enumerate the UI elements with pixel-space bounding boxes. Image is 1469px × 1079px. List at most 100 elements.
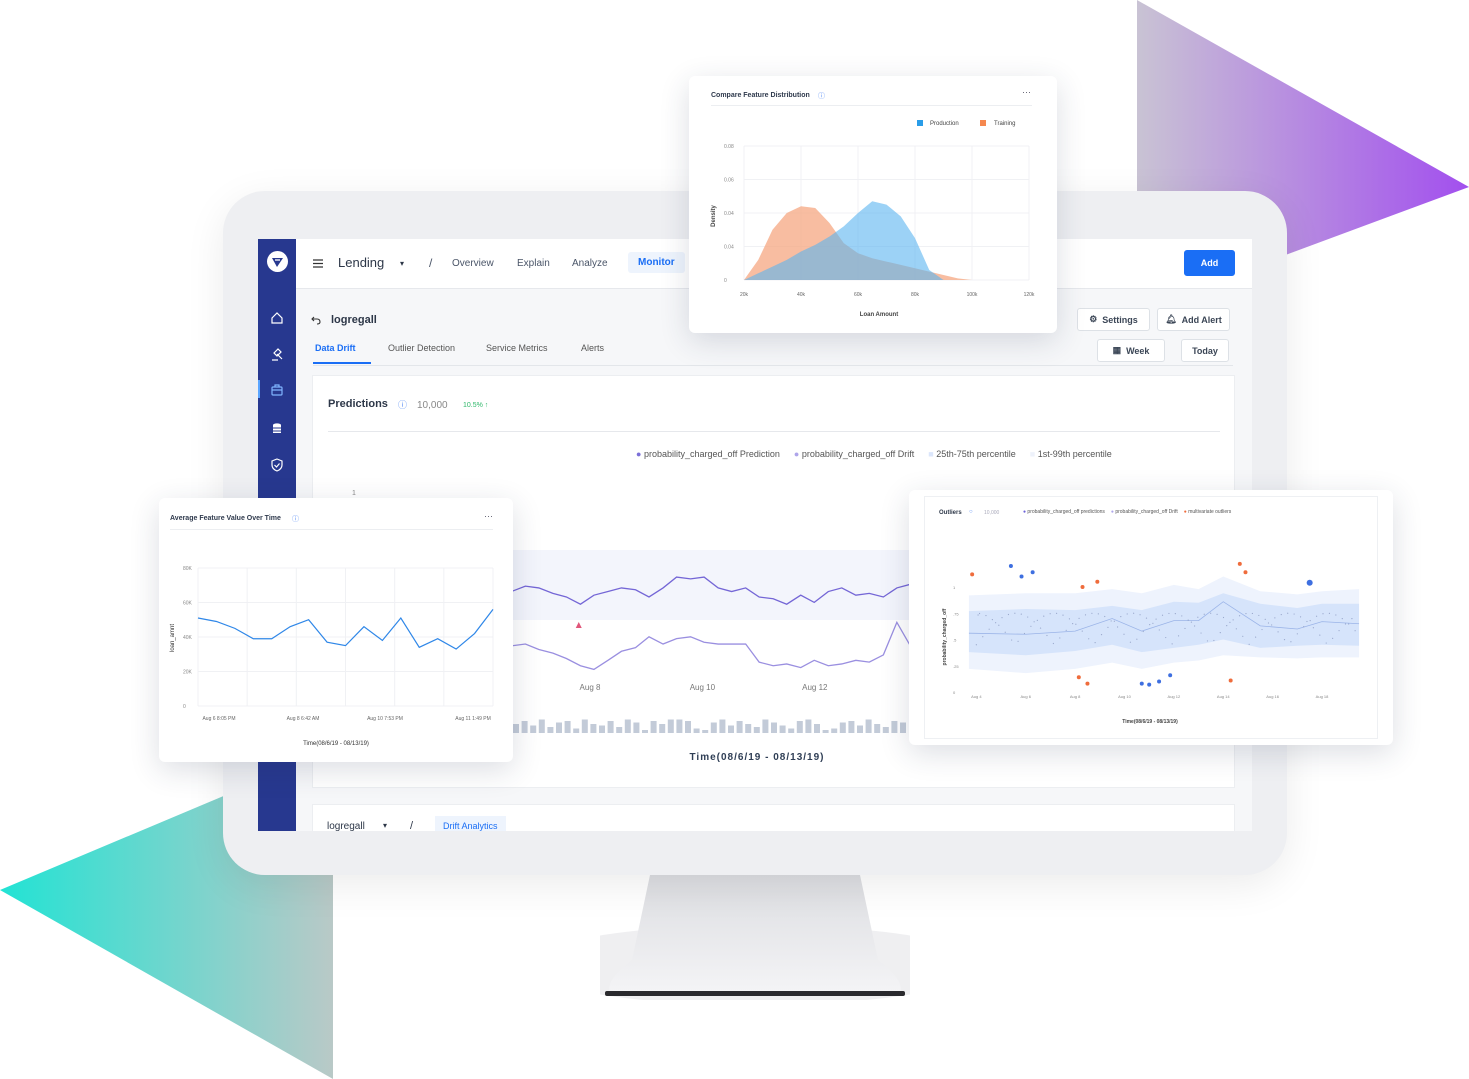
drift-point	[1068, 618, 1071, 620]
drift-point	[1104, 615, 1106, 618]
tab-drift-analytics[interactable]: Drift Analytics	[435, 816, 506, 831]
drift-point	[975, 644, 977, 646]
today-button[interactable]: Today	[1181, 339, 1229, 362]
drift-point	[1072, 623, 1074, 625]
week-button[interactable]: ▦ Week	[1097, 339, 1165, 362]
tab-explain[interactable]: Explain	[517, 258, 550, 269]
legend-drift: ● probability_charged_off Drift	[793, 449, 915, 459]
tab-outlier-detection[interactable]: Outlier Detection	[388, 343, 455, 353]
drift-point	[1293, 613, 1295, 615]
legend-prediction: ● probability_charged_off Prediction	[636, 449, 780, 459]
add-alert-button[interactable]: 🔔︎ Add Alert	[1157, 308, 1230, 331]
drift-point	[1081, 630, 1083, 632]
y-tick-label: 40K	[183, 635, 193, 641]
x-tick-label: 40k	[797, 292, 806, 298]
monitor-stand	[600, 875, 910, 1000]
x-tick-label: Aug 12	[1168, 694, 1181, 699]
drift-point	[1258, 614, 1260, 617]
project-dropdown-caret[interactable]: ▾	[400, 259, 404, 268]
prediction-outlier-point	[1030, 570, 1035, 575]
density-chart: 0 0.04 0.04 0.06 0.08 20k 40k 60k 80k 100k 120k Pro…	[711, 120, 1035, 318]
drift-point	[1238, 615, 1241, 617]
legend-swatch-production	[917, 120, 923, 126]
active-indicator	[258, 380, 260, 398]
drift-point	[1341, 618, 1343, 620]
legend-swatch-training	[980, 120, 986, 126]
back-icon[interactable]	[311, 316, 321, 325]
bottom-model-caret[interactable]: ▾	[383, 821, 387, 830]
app-logo[interactable]	[267, 251, 288, 272]
drift-point	[1303, 626, 1305, 628]
x-axis-title: Loan Amount	[860, 312, 898, 318]
add-button[interactable]: Add	[1184, 250, 1235, 276]
drift-point	[1338, 630, 1340, 632]
drift-point	[1274, 617, 1276, 619]
drift-point	[1004, 631, 1006, 633]
drift-point	[1011, 639, 1013, 641]
database-icon[interactable]	[269, 421, 285, 437]
add-label: Add	[1200, 258, 1219, 268]
briefcase-icon[interactable]	[269, 382, 285, 398]
y-tick-label: .75	[953, 611, 959, 616]
drift-point	[1129, 641, 1132, 643]
project-name[interactable]: Lending	[338, 255, 384, 270]
drift-point	[1222, 616, 1225, 619]
tab-analyze[interactable]: Analyze	[572, 258, 608, 269]
drift-point	[1055, 612, 1058, 614]
prediction-outlier-point	[1306, 579, 1313, 586]
today-label: Today	[1192, 345, 1218, 356]
outlier-point	[1080, 585, 1085, 589]
drift-point	[1219, 632, 1221, 634]
drift-point	[1184, 627, 1186, 630]
x-tick-label: Aug 8 6:42 AM	[287, 716, 320, 722]
drift-point	[1287, 612, 1289, 614]
legend-25-75: ■ 25th-75th percentile	[928, 449, 1016, 459]
prediction-outlier-point	[1147, 682, 1152, 687]
x-tick-label: Aug 18	[1316, 694, 1329, 699]
drift-point	[1335, 614, 1337, 616]
drift-point	[1242, 635, 1244, 637]
drift-point	[1280, 613, 1282, 616]
tab-service-metrics[interactable]: Service Metrics	[486, 343, 548, 353]
gear-icon: ⚙	[1089, 314, 1098, 324]
x-axis-title: Time(08/6/19 - 08/13/19)	[303, 741, 369, 747]
tab-alerts[interactable]: Alerts	[581, 343, 604, 353]
x-axis-title: Time(08/6/19 - 08/13/19)	[1122, 719, 1178, 725]
y-tick-label: .25	[953, 664, 959, 669]
drift-point	[1248, 643, 1250, 645]
info-icon[interactable]: ⓘ	[398, 398, 407, 411]
tab-overview[interactable]: Overview	[452, 258, 494, 269]
drift-point	[1084, 614, 1087, 616]
drift-point	[1235, 628, 1237, 630]
home-icon[interactable]	[269, 310, 285, 326]
x-tick-label: Aug 10	[1118, 694, 1131, 699]
y-tick-label: 0	[724, 278, 727, 284]
drift-point	[1078, 617, 1080, 619]
drift-point	[1123, 633, 1125, 635]
bell-icon: 🔔︎	[1165, 314, 1177, 324]
drift-point	[1216, 613, 1218, 615]
model-name: logregall	[331, 314, 377, 326]
y-tick-label: 0.04	[724, 245, 734, 251]
hamburger-icon[interactable]	[313, 259, 323, 268]
tab-data-drift[interactable]: Data Drift	[315, 343, 356, 353]
drift-point	[1206, 640, 1209, 642]
drift-point	[1052, 642, 1054, 645]
drift-point	[1155, 618, 1157, 620]
drift-point	[1065, 629, 1067, 631]
drift-point	[1277, 631, 1279, 633]
drift-point	[1033, 621, 1035, 623]
bottom-model-name[interactable]: logregall	[327, 821, 365, 831]
drift-point	[1344, 623, 1347, 625]
legend-production: Production	[930, 121, 959, 127]
gavel-icon[interactable]	[269, 347, 285, 363]
outliers-chart: 0 .25 .5 .75 1 Aug 4 Aug 6 Aug 8 Aug 10 Aug 12 Aug…	[942, 561, 1360, 725]
y-tick-label: 60K	[183, 601, 193, 607]
drift-point	[1062, 614, 1064, 616]
shield-check-icon[interactable]	[269, 457, 285, 473]
drift-point	[1139, 614, 1141, 616]
tab-monitor[interactable]: Monitor	[628, 252, 685, 273]
settings-button[interactable]: ⚙ Settings	[1077, 308, 1150, 331]
drift-point	[985, 614, 987, 617]
drift-analytics-bar: logregall ▾ / Drift Analytics	[312, 804, 1235, 831]
